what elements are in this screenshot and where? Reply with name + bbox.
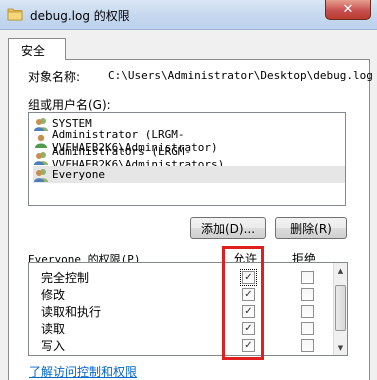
permission-row-read: 读取 ✓ bbox=[29, 319, 329, 336]
close-icon: ✕ bbox=[342, 2, 354, 17]
user-group-icon bbox=[34, 151, 48, 165]
users-list[interactable]: SYSTEM Administrator (LRGM-VVFHAEB2K6\Ad… bbox=[28, 112, 346, 206]
permission-row-modify: 修改 ✓ bbox=[29, 285, 329, 302]
user-group-icon bbox=[34, 117, 48, 131]
object-name-label: 对象名称: bbox=[28, 70, 81, 84]
deny-checkbox[interactable] bbox=[301, 305, 314, 318]
tab-security[interactable]: 安全 bbox=[8, 38, 66, 60]
deny-checkbox[interactable] bbox=[301, 339, 314, 352]
scroll-up-icon[interactable]: ▲ bbox=[334, 264, 347, 277]
scroll-down-icon[interactable]: ▼ bbox=[334, 341, 347, 354]
object-name-value: C:\Users\Administrator\Desktop\debug.log bbox=[108, 69, 373, 82]
permissions-table: 完全控制 ✓ 修改 ✓ 读取和执行 ✓ 读取 ✓ 写入 ✓ ▲ ▼ bbox=[28, 262, 348, 356]
user-group-icon bbox=[34, 168, 48, 182]
permission-name: 完全控制 bbox=[41, 271, 90, 285]
add-button[interactable]: 添加(D)... bbox=[190, 217, 266, 239]
access-control-help-link[interactable]: 了解访问控制和权限 bbox=[29, 363, 137, 380]
folder-icon bbox=[7, 8, 23, 21]
permission-name: 读取和执行 bbox=[41, 305, 102, 319]
permission-name: 读取 bbox=[41, 322, 66, 336]
title-bar: debug.log 的权限 ✕ bbox=[0, 0, 377, 30]
deny-checkbox[interactable] bbox=[301, 288, 314, 301]
permission-name: 修改 bbox=[41, 288, 66, 302]
permission-name: 写入 bbox=[41, 339, 66, 353]
scroll-thumb[interactable] bbox=[335, 285, 346, 331]
list-item-everyone[interactable]: Everyone bbox=[33, 166, 345, 183]
deny-checkbox[interactable] bbox=[301, 322, 314, 335]
remove-button[interactable]: 删除(R) bbox=[275, 217, 347, 239]
permission-row-full-control: 完全控制 ✓ bbox=[29, 268, 329, 286]
users-label: 组或用户名(G): bbox=[28, 98, 111, 112]
user-icon bbox=[35, 134, 47, 148]
permission-row-write: 写入 ✓ bbox=[29, 336, 329, 353]
list-item-administrators[interactable]: Administrators (LRGM-VVFHAEB2K6\Administ… bbox=[33, 145, 345, 171]
list-item-label: Everyone bbox=[52, 168, 105, 181]
deny-checkbox[interactable] bbox=[301, 271, 314, 284]
allow-column-highlight bbox=[222, 246, 264, 360]
permissions-scrollbar[interactable]: ▲ ▼ bbox=[333, 263, 347, 355]
close-button[interactable]: ✕ bbox=[325, 0, 371, 20]
permission-row-read-execute: 读取和执行 ✓ bbox=[29, 302, 329, 319]
window-title: debug.log 的权限 bbox=[30, 9, 130, 23]
